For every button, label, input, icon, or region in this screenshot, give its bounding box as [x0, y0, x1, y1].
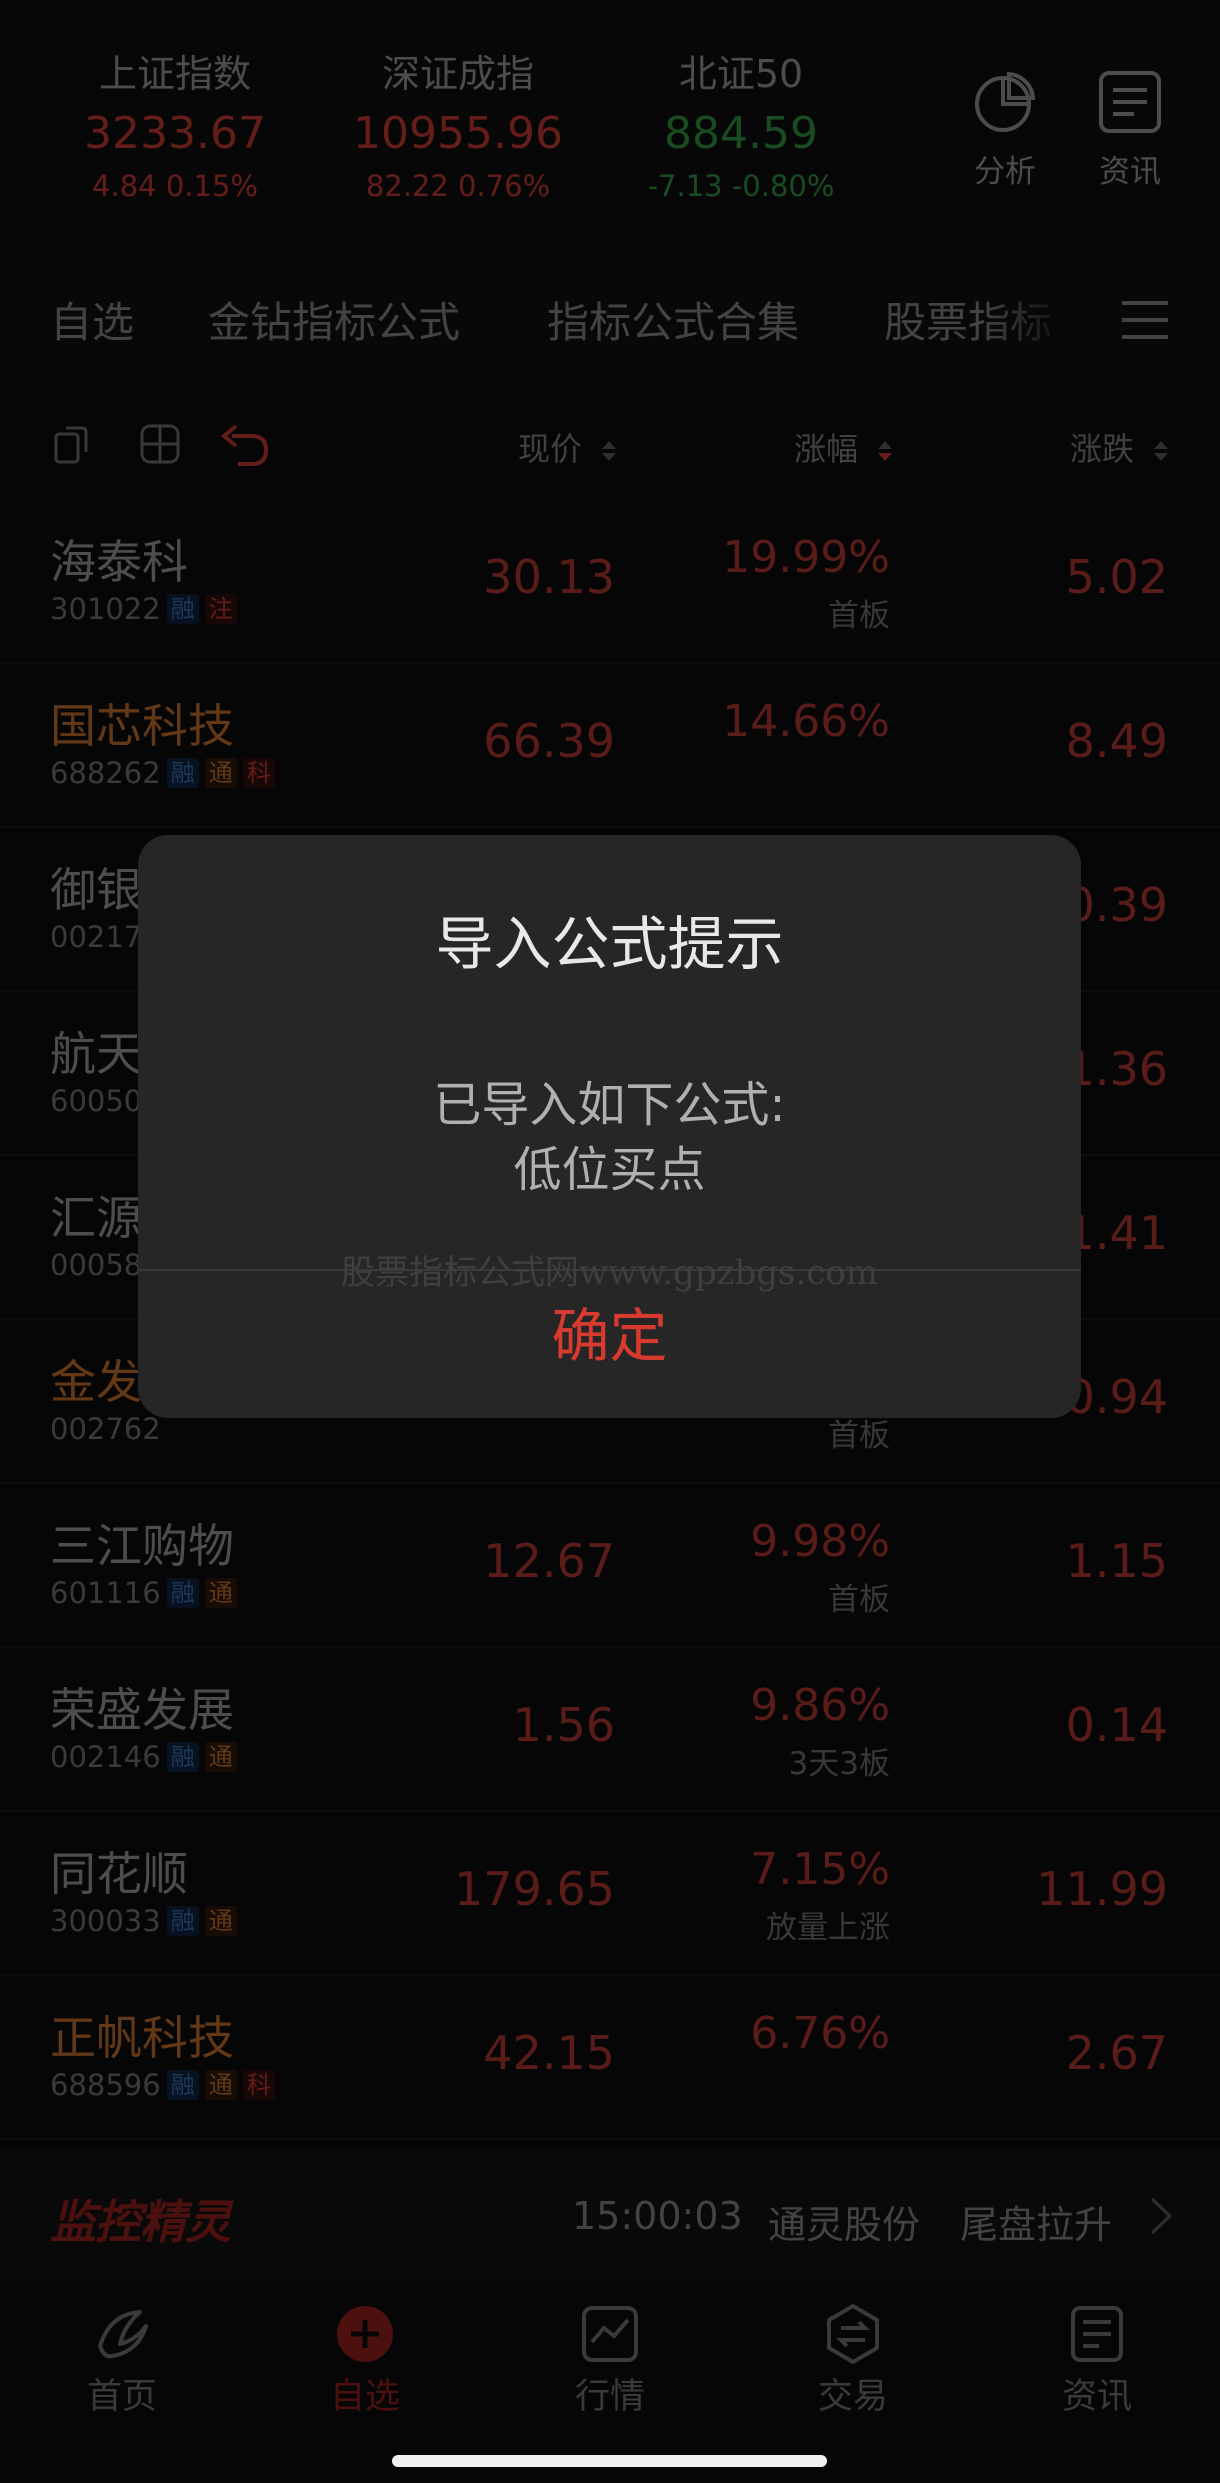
confirm-button[interactable]: 确定 [138, 1271, 1081, 1418]
dialog-message: 已导入如下公式: 低位买点 [138, 1073, 1081, 1203]
import-formula-dialog: 导入公式提示 已导入如下公式: 低位买点 股票指标公式网www.gpzbgs.c… [138, 835, 1081, 1418]
dialog-message-line: 已导入如下公式: [433, 1077, 786, 1133]
home-indicator[interactable] [392, 2455, 827, 2467]
dialog-formula-name: 低位买点 [513, 1142, 706, 1198]
dialog-title: 导入公式提示 [435, 910, 784, 978]
